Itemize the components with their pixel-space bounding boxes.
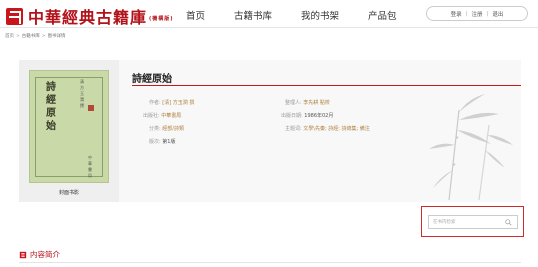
book-icon (19, 251, 27, 258)
meta-publisher: 出版社: 中華書局 (143, 112, 181, 119)
search-icon[interactable] (505, 219, 512, 226)
meta-date-value: 1986年02月 (304, 113, 334, 119)
auth-box: 登录 | 注册 | 退出 (426, 6, 528, 21)
cover-side-text: 清方玉潤撰 (80, 79, 84, 108)
in-book-search-input[interactable] (433, 218, 501, 227)
meta-category: 分类: 經部/詩類 (149, 125, 184, 132)
meta-keywords-value[interactable]: 文學\先秦; 詩經; 詩總集; 備注 (303, 126, 370, 132)
cover-seal (88, 105, 94, 111)
meta-author: 作者: [清] 方玉潤 撰 (149, 99, 194, 106)
logo-text: 中華經典古籍庫 (機構版) (28, 4, 174, 28)
meta-edition-value: 第1版 (162, 139, 176, 145)
cover-label: 封面书影 (58, 190, 79, 196)
meta-author-value[interactable]: [清] 方玉潤 撰 (162, 100, 194, 106)
breadcrumb-separator: > (41, 34, 46, 39)
book-title: 詩經原始 (132, 74, 172, 85)
nav-bookshelf[interactable]: 我的书架 (301, 8, 339, 22)
meta-edition: 版次: 第1版 (149, 138, 175, 145)
breadcrumb: 首页 > 古籍书库 > 图书详情 (5, 33, 66, 39)
logout-link[interactable]: 退出 (492, 10, 503, 18)
meta-editor: 整理人: 李先耕 點校 (285, 99, 330, 106)
auth-divider: | (465, 10, 468, 17)
top-header: 中華經典古籍庫 (機構版) 首页 古籍书库 我的书架 产品包 登录 | 注册 | … (0, 0, 538, 28)
meta-editor-label: 整理人: (285, 100, 302, 106)
meta-publisher-label: 出版社: (143, 113, 160, 119)
cover-publisher-text: 中華書局 (88, 155, 92, 178)
login-link[interactable]: 登录 (451, 10, 462, 18)
nav-home[interactable]: 首页 (186, 8, 205, 22)
meta-date: 出版日期: 1986年02月 (281, 112, 333, 119)
meta-date-label: 出版日期: (281, 113, 303, 119)
meta-keywords-label: 主题词: (285, 126, 302, 132)
meta-keywords: 主题词: 文學\先秦; 詩經; 詩總集; 備注 (285, 125, 370, 132)
breadcrumb-home[interactable]: 首页 (5, 34, 14, 39)
in-book-search (428, 215, 518, 229)
main-nav: 首页 古籍书库 我的书架 产品包 (186, 8, 397, 22)
meta-author-label: 作者: (149, 100, 161, 106)
cover-title-text: 詩經原始 (46, 82, 56, 132)
meta-editor-value[interactable]: 李先耕 點校 (303, 100, 330, 106)
breadcrumb-separator: > (16, 34, 20, 39)
auth-divider: | (486, 10, 489, 17)
breadcrumb-library[interactable]: 古籍书库 (22, 34, 40, 39)
logo-title: 中華經典古籍庫 (28, 8, 148, 27)
meta-category-label: 分类: (149, 126, 161, 132)
breadcrumb-current: 图书详情 (47, 34, 66, 39)
meta-edition-label: 版次: (149, 139, 161, 145)
logo-icon (6, 7, 23, 25)
content-intro-header: 内容简介 (19, 249, 60, 260)
title-divider (132, 85, 521, 86)
register-link[interactable]: 注册 (471, 10, 482, 18)
meta-category-value[interactable]: 經部/詩類 (162, 126, 184, 132)
meta-publisher-value[interactable]: 中華書局 (161, 113, 181, 119)
book-detail-panel: 詩經原始 清方玉潤撰 中華書局 封面书影 詩經原始 作者: [清] 方玉潤 撰 … (19, 60, 521, 202)
logo-subtitle: (機構版) (149, 16, 174, 22)
book-cover-image[interactable]: 詩經原始 清方玉潤撰 中華書局 (29, 70, 109, 183)
bamboo-painting-decoration (429, 94, 513, 200)
content-intro-title: 内容简介 (30, 250, 60, 259)
cover-box: 詩經原始 清方玉潤撰 中華書局 封面书影 (19, 60, 119, 202)
site-logo[interactable]: 中華經典古籍庫 (機構版) (6, 4, 174, 28)
search-highlight-box (421, 206, 524, 237)
nav-packages[interactable]: 产品包 (368, 8, 397, 22)
intro-divider (19, 262, 521, 263)
nav-library[interactable]: 古籍书库 (234, 8, 272, 22)
